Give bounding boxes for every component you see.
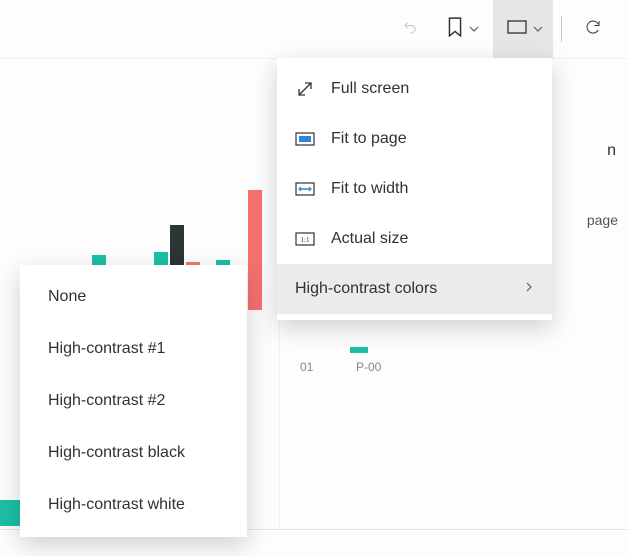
right-fragment: n [607, 142, 616, 160]
toolbar [387, 0, 628, 58]
bookmark-dropdown[interactable] [433, 0, 493, 58]
axis-label: 01 [300, 360, 313, 374]
menu-label: Fit to page [331, 130, 534, 148]
submenu-item-none[interactable]: None [20, 271, 247, 323]
menu-item-high-contrast[interactable]: High-contrast colors [277, 264, 552, 314]
submenu-item-hc1[interactable]: High-contrast #1 [20, 323, 247, 375]
toolbar-divider [561, 16, 562, 42]
submenu-label: High-contrast #2 [48, 392, 165, 410]
right-page-fragment: page [587, 212, 618, 228]
submenu-item-hc2[interactable]: High-contrast #2 [20, 375, 247, 427]
submenu-label: High-contrast #1 [48, 340, 165, 358]
submenu-item-hc-black[interactable]: High-contrast black [20, 427, 247, 479]
high-contrast-submenu: None High-contrast #1 High-contrast #2 H… [20, 265, 247, 537]
fit-page-icon [295, 129, 315, 149]
axis-label: P-00 [356, 360, 381, 374]
submenu-label: None [48, 288, 86, 306]
view-menu: Full screen Fit to page Fit to width 1:1… [277, 58, 552, 320]
fullscreen-icon [295, 79, 315, 99]
undo-icon [401, 18, 419, 40]
menu-label: High-contrast colors [295, 280, 508, 298]
view-dropdown[interactable] [493, 0, 553, 58]
menu-label: Actual size [331, 230, 534, 248]
submenu-label: High-contrast white [48, 496, 185, 514]
submenu-item-hc-white[interactable]: High-contrast white [20, 479, 247, 531]
actual-size-icon: 1:1 [295, 229, 315, 249]
menu-item-fit-width[interactable]: Fit to width [277, 164, 552, 214]
menu-item-actual-size[interactable]: 1:1 Actual size [277, 214, 552, 264]
undo-button[interactable] [387, 0, 433, 58]
menu-item-fit-page[interactable]: Fit to page [277, 114, 552, 164]
svg-text:1:1: 1:1 [301, 236, 310, 244]
legend-swatch [350, 347, 368, 353]
view-rect-icon [507, 19, 527, 39]
submenu-label: High-contrast black [48, 444, 185, 462]
chevron-down-icon [469, 21, 479, 38]
chevron-down-icon [533, 21, 543, 38]
refresh-icon [584, 18, 602, 40]
chevron-right-icon [524, 280, 534, 298]
bookmark-icon [447, 17, 463, 41]
refresh-button[interactable] [570, 0, 616, 58]
menu-item-fullscreen[interactable]: Full screen [277, 64, 552, 114]
menu-label: Fit to width [331, 180, 534, 198]
menu-label: Full screen [331, 80, 534, 98]
fit-width-icon [295, 179, 315, 199]
